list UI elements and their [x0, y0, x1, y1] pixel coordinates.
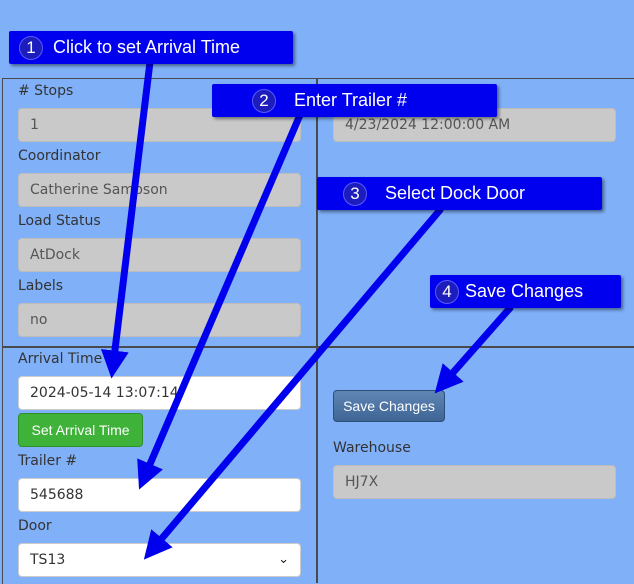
arrival-time-input[interactable]: 2024-05-14 13:07:14: [18, 376, 301, 410]
door-selected-value: TS13: [30, 552, 66, 568]
callout-2: 2 Enter Trailer #: [212, 84, 497, 117]
load-status-label: Load Status: [18, 213, 101, 229]
callout-3-text: Select Dock Door: [385, 183, 526, 203]
save-changes-button[interactable]: Save Changes: [333, 390, 445, 422]
chevron-down-icon: ⌄: [278, 552, 289, 567]
door-label: Door: [18, 518, 52, 534]
warehouse-label: Warehouse: [333, 440, 411, 456]
callout-4-number: 4: [435, 279, 459, 304]
callout-1: 1 Click to set Arrival Time: [9, 31, 293, 64]
callout-2-number: 2: [252, 88, 276, 113]
set-arrival-time-button[interactable]: Set Arrival Time: [18, 413, 143, 447]
callout-2-text: Enter Trailer #: [294, 90, 408, 110]
callout-1-text: Click to set Arrival Time: [53, 37, 241, 57]
callout-4-text: Save Changes: [465, 281, 584, 301]
arrival-time-label: Arrival Time: [18, 351, 103, 367]
callout-3: 3 Select Dock Door: [317, 177, 602, 210]
callout-4: 4 Save Changes: [430, 275, 621, 308]
callout-1-number: 1: [19, 35, 43, 60]
warehouse-field: HJ7X: [333, 465, 616, 499]
grid-divider-horizontal: [2, 346, 634, 348]
trailer-label: Trailer #: [18, 453, 78, 469]
coordinator-field: Catherine Sampson: [18, 173, 301, 207]
callout-3-number: 3: [343, 181, 367, 206]
labels-field: no: [18, 303, 301, 337]
load-status-field: AtDock: [18, 238, 301, 272]
coordinator-label: Coordinator: [18, 148, 101, 164]
door-select[interactable]: TS13 ⌄: [18, 543, 301, 577]
stops-label: # Stops: [18, 83, 74, 99]
trailer-input[interactable]: 545688: [18, 478, 301, 512]
labels-label: Labels: [18, 278, 64, 294]
grid-divider-vertical: [316, 78, 318, 583]
